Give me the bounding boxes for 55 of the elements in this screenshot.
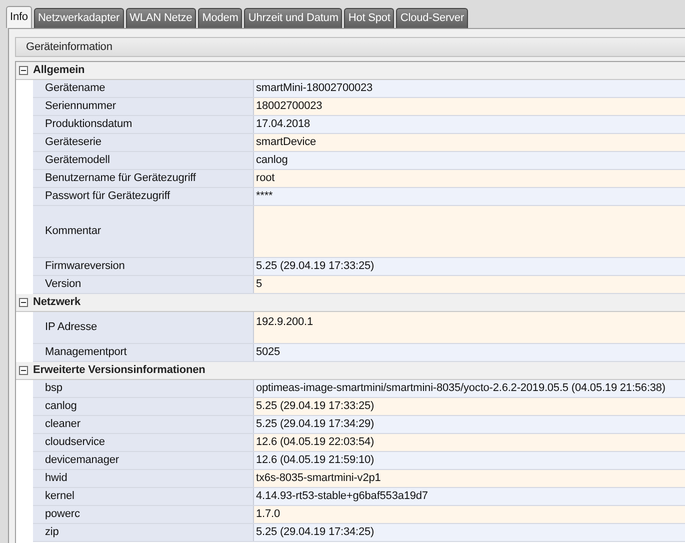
property-label: Gerätename xyxy=(33,80,254,97)
property-label: hwid xyxy=(33,470,254,487)
property-value[interactable]: 12.6 (04.05.19 21:59:10) xyxy=(254,452,685,469)
property-value[interactable]: **** xyxy=(254,188,685,205)
property-value[interactable]: 4.14.93-rt53-stable+g6baf553a19d7 xyxy=(254,488,685,505)
tab[interactable]: Cloud-Server xyxy=(396,8,468,28)
property-label: kernel xyxy=(33,488,254,505)
tab[interactable]: Uhrzeit und Datum xyxy=(244,8,342,28)
property-value[interactable]: canlog xyxy=(254,152,685,169)
panel-header: Geräteinformation xyxy=(15,37,685,57)
property-label: IP Adresse xyxy=(33,312,254,343)
property-label: Produktionsdatum xyxy=(33,116,254,133)
property-value[interactable]: 5 xyxy=(254,276,685,293)
property-label: Gerätemodell xyxy=(33,152,254,169)
tab[interactable]: WLAN Netze xyxy=(126,8,196,28)
property-label: canlog xyxy=(33,398,254,415)
property-label: Kommentar xyxy=(33,206,254,257)
property-label: Version xyxy=(33,276,254,293)
property-value[interactable]: 1.7.0 xyxy=(254,506,685,523)
property-label: Benutzername für Gerätezugriff xyxy=(33,170,254,187)
property-value[interactable]: root xyxy=(254,170,685,187)
collapse-icon[interactable] xyxy=(19,298,28,307)
property-value[interactable]: 18002700023 xyxy=(254,98,685,115)
property-value[interactable]: tx6s-8035-smartmini-v2p1 xyxy=(254,470,685,487)
property-value[interactable]: 5.25 (29.04.19 17:33:25) xyxy=(254,398,685,415)
property-value[interactable]: smartMini-18002700023 xyxy=(254,80,685,97)
property-label: powerc xyxy=(33,506,254,523)
property-value[interactable]: 5.25 (29.04.19 17:34:25) xyxy=(254,524,685,541)
property-label: bsp xyxy=(33,380,254,397)
property-value[interactable]: smartDevice xyxy=(254,134,685,151)
property-label: Geräteserie xyxy=(33,134,254,151)
property-value[interactable]: 12.6 (04.05.19 22:03:54) xyxy=(254,434,685,451)
tab[interactable]: Netzwerkadapter xyxy=(34,8,124,28)
property-label: cleaner xyxy=(33,416,254,433)
group-title: Allgemein xyxy=(33,63,85,78)
tab[interactable]: Hot Spot xyxy=(344,8,394,28)
collapse-icon[interactable] xyxy=(19,66,28,75)
group-title: Netzwerk xyxy=(33,295,80,310)
property-value[interactable]: 5.25 (29.04.19 17:34:29) xyxy=(254,416,685,433)
property-value[interactable]: 5.25 (29.04.19 17:33:25) xyxy=(254,258,685,275)
property-label: zip xyxy=(33,524,254,541)
property-label: Firmwareversion xyxy=(33,258,254,275)
property-label: Passwort für Gerätezugriff xyxy=(33,188,254,205)
property-label: devicemanager xyxy=(33,452,254,469)
property-value[interactable]: optimeas-image-smartmini/smartmini-8035/yocto-2.6.2-2019.05.5 (04.05.19 21:56:38) xyxy=(254,380,685,397)
property-label: Managementport xyxy=(33,344,254,361)
property-label: Seriennummer xyxy=(33,98,254,115)
group-title: Erweiterte Versionsinformationen xyxy=(33,363,206,378)
property-label: cloudservice xyxy=(33,434,254,451)
property-value[interactable]: 192.9.200.1 xyxy=(254,312,685,343)
collapse-icon[interactable] xyxy=(19,366,28,375)
tab[interactable]: Modem xyxy=(198,8,242,28)
property-value[interactable]: 17.04.2018 xyxy=(254,116,685,133)
property-value[interactable]: 5025 xyxy=(254,344,685,361)
tab[interactable]: Info xyxy=(6,6,32,28)
